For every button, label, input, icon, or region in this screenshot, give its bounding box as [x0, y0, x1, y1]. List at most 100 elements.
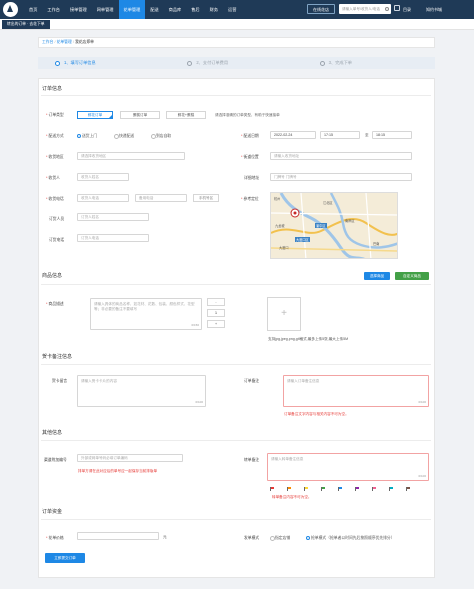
street-input[interactable]: 请输入收货地址 [270, 152, 412, 160]
step-circle-icon [187, 60, 193, 66]
order-note-textarea[interactable]: 请输入订单备注信息 0/100 [283, 375, 429, 407]
channel-number-label: 渠道附加编号 [44, 458, 67, 462]
flag-icon[interactable] [270, 487, 274, 489]
product-desc-label: 商品描述 [46, 302, 64, 307]
map-label: 大渡口区 [295, 237, 310, 242]
detail-address-label: 详细地址 [244, 176, 260, 180]
delivery-radio-pickup[interactable]: 到店自取 [151, 134, 171, 140]
online-shop-button[interactable]: 在线花店 [307, 4, 335, 14]
char-counter: 0/100 [418, 400, 426, 404]
flag-icon[interactable] [321, 487, 325, 489]
section-title-card-info: 贺卡备注信息 [42, 354, 73, 360]
order-type-flower-cake[interactable]: 鲜花+蛋糕 [166, 111, 206, 119]
nav-item-delivery[interactable]: 配送 [145, 0, 163, 19]
orderer-phone-input[interactable]: 订货人电话 [77, 234, 149, 242]
search-input[interactable]: 请输入单号/收货人/电话 [339, 4, 391, 14]
nav-item-products[interactable]: 商品库 [164, 0, 187, 19]
map-label: 渝中区 [315, 223, 327, 228]
product-desc-placeholder: 请输入具体的商品名称，如花材、花数、包装、颜色样式、花型等；非必要的备注不要填写 [94, 302, 195, 311]
order-type-hint: 请选择准确的订单类型，有助于快速接单 [215, 113, 280, 117]
step-label: 完成下单 [335, 60, 352, 65]
delivery-method-label: 配送方式 [46, 134, 64, 139]
breadcrumb-separator: / [54, 40, 56, 44]
flag-icon[interactable] [304, 487, 308, 489]
toolbar-icons [394, 5, 401, 12]
location-map[interactable]: 杭州 江北区 渝中区 南岸区 大渡口区 大渡口 九龙坡 巴南 [270, 192, 398, 259]
flag-icon[interactable] [355, 487, 359, 489]
select-product-button[interactable]: 选择商品 [364, 272, 390, 280]
qty-input[interactable]: 1 [207, 309, 225, 317]
qty-plus-button[interactable]: + [207, 320, 225, 328]
map-label: 南岸区 [345, 219, 355, 223]
flag-icon[interactable] [338, 487, 342, 489]
orderer-phone-label: 订货电话 [49, 238, 65, 242]
custom-product-button[interactable]: 自定义商品 [395, 272, 429, 280]
receiver-input[interactable]: 收货人姓名 [77, 173, 129, 181]
nav-item-home[interactable]: 首页 [24, 0, 42, 19]
price-input[interactable] [77, 532, 159, 540]
delivery-date-label: 配送日期 [241, 134, 259, 139]
order-type-flower[interactable]: 鲜花订单 [77, 111, 113, 119]
alt-phone-input[interactable]: 备用电话 [135, 194, 187, 202]
transfer-note-textarea[interactable]: 请输入转单备注信息 0/100 [267, 453, 429, 481]
char-counter: 0/100 [195, 400, 203, 404]
message-icon[interactable] [394, 5, 400, 11]
sub-tab-active[interactable]: 转出的订单 · 去花下单 [2, 20, 50, 29]
transfer-note-error: 转单备注内容不可为空。 [272, 495, 312, 499]
product-desc-textarea[interactable]: 请输入具体的商品名称，如花材、花数、包装、颜色样式、花型等；非必要的备注不要填写… [90, 298, 202, 330]
receiver-area-select[interactable]: 请选择收货地区 [77, 152, 185, 160]
nav-item-web-orders[interactable]: 网单管理 [92, 0, 119, 19]
step-label: 填写订单信息 [70, 60, 96, 65]
nav-item-workbench[interactable]: 工作台 [42, 0, 65, 19]
qty-minus-button[interactable]: - [207, 298, 225, 306]
divider [41, 440, 431, 441]
nav-item-finance[interactable]: 财务 [205, 0, 223, 19]
image-upload-button[interactable]: + [267, 297, 301, 331]
map-label: 杭州 [274, 197, 281, 201]
user-dropdown[interactable]: 知约书城 [426, 0, 442, 19]
breadcrumb: 工作台 / 花单管理 / 我花店郑单 [38, 37, 435, 48]
channel-number-input[interactable]: 外部或网单号码必填订单编码 [77, 454, 183, 462]
nav-item-operation[interactable]: 运营 [223, 0, 241, 19]
flag-icon[interactable] [372, 487, 376, 489]
menu-dropdown[interactable]: 目录 [403, 0, 411, 19]
breadcrumb-item[interactable]: 工作台 [42, 40, 53, 44]
transfer-note-label: 转单备注 [244, 458, 260, 462]
order-type-cake[interactable]: 蛋糕订单 [120, 111, 160, 119]
orderer-input[interactable]: 订货人姓名 [77, 213, 149, 221]
order-type-label: 订单类型 [46, 113, 64, 118]
flag-icon[interactable] [287, 487, 291, 489]
breadcrumb-separator: / [72, 40, 74, 44]
delivery-time-from[interactable]: 17:15 [320, 131, 360, 139]
delivery-radio-express[interactable]: 快递配送 [114, 134, 134, 140]
mode-radio-grab[interactable]: 抢单模式（抢单者以时间先后按照顺序优先排分） [306, 536, 395, 541]
delivery-time-to[interactable]: 18:15 [372, 131, 412, 139]
delivery-date-input[interactable]: 2022-02-24 [270, 131, 316, 139]
step-number: 3 [328, 60, 331, 65]
divider [41, 519, 431, 520]
logo[interactable] [3, 2, 18, 17]
submit-order-button[interactable]: 立即提交订单 [45, 553, 85, 563]
receiver-phone-input[interactable]: 收货人电话 [77, 194, 129, 202]
delivery-radio-door[interactable]: 送货上门 [77, 134, 97, 139]
transfer-note-placeholder: 请输入转单备注信息 [271, 457, 304, 461]
breadcrumb-item[interactable]: 花单管理 [57, 40, 72, 44]
nav-item-aftersale[interactable]: 售后 [186, 0, 204, 19]
card-message-label: 贺卡留言 [52, 379, 68, 383]
flag-icon[interactable] [406, 487, 410, 489]
step-label: 支付订单费用 [202, 60, 229, 65]
mode-radio-assign[interactable]: 指定店铺 [270, 536, 290, 542]
upload-hint: 支持jpg,jpeg,png,gif格式,最多上传5张,最大上传5M [268, 337, 349, 341]
flag-icon[interactable] [389, 487, 393, 489]
step-number: 1 [64, 60, 67, 65]
step-2: 2、支付订单费用 [170, 57, 302, 69]
card-message-textarea[interactable]: 请输入贺卡卡片的内容 0/100 [77, 375, 206, 407]
price-unit: 元 [163, 535, 167, 539]
search-icon[interactable] [385, 6, 389, 11]
detail-address-input[interactable]: 门牌号 门牌号 [270, 173, 412, 181]
nav-item-receive-orders[interactable]: 接单管理 [65, 0, 92, 19]
nav-item-flower-orders[interactable]: 花单管理 [118, 0, 146, 19]
map-label: 巴南 [373, 242, 380, 246]
phone-area-button[interactable]: 手机号区 [193, 194, 219, 202]
section-title-product-info: 商品信息 [42, 273, 63, 279]
